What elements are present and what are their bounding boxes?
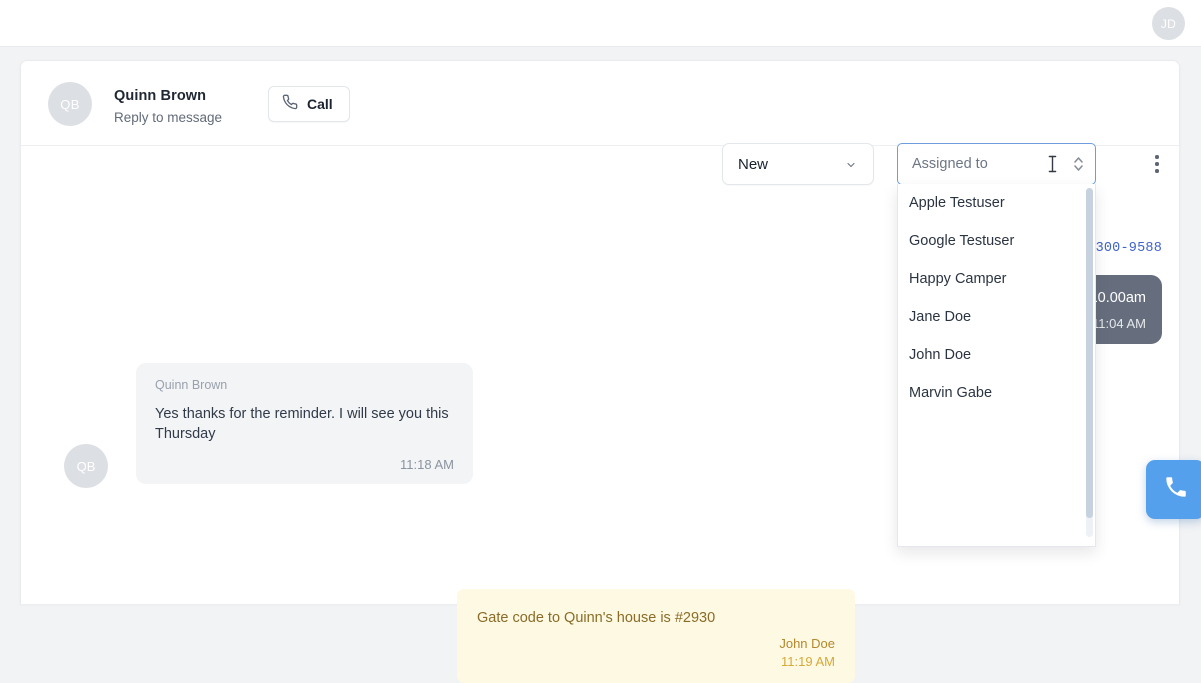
message-time: 11:18 AM — [400, 457, 454, 472]
message-sender: Quinn Brown — [155, 378, 228, 392]
assignee-option[interactable]: John Doe — [898, 336, 1095, 374]
text-cursor-icon — [1048, 155, 1057, 174]
stepper-icon[interactable] — [1072, 154, 1085, 174]
user-avatar[interactable]: JD — [1152, 7, 1185, 40]
call-button-label: Call — [307, 96, 333, 112]
phone-icon — [282, 94, 298, 115]
assigned-to-placeholder: Assigned to — [912, 156, 988, 172]
assignee-option[interactable]: Google Testuser — [898, 222, 1095, 260]
incoming-avatar: QB — [64, 444, 108, 488]
note-text: Gate code to Quinn's house is #2930 — [477, 610, 716, 626]
floating-call-button[interactable] — [1146, 460, 1201, 519]
assignee-dropdown[interactable]: Apple Testuser Google Testuser Happy Campe… — [897, 184, 1096, 547]
assignee-option[interactable]: Jane Doe — [898, 298, 1095, 336]
app-top-bar: JD — [0, 0, 1201, 47]
phone-icon — [1163, 474, 1189, 505]
incoming-message: Quinn Brown Yes thanks for the reminder.… — [136, 363, 473, 484]
assignee-option[interactable]: Marvin Gabe — [898, 374, 1095, 412]
assignee-option[interactable]: Happy Camper — [898, 260, 1095, 298]
contact-name: Quinn Brown — [114, 88, 207, 104]
conversation-card: QB Quinn Brown Reply to message Call New… — [20, 60, 1180, 683]
conversation-subtitle: Reply to message — [114, 110, 223, 125]
contact-avatar: QB — [48, 82, 92, 126]
note-time: 11:19 AM — [781, 654, 835, 669]
internal-note: Gate code to Quinn's house is #2930 John… — [457, 589, 855, 683]
conversation-header: QB Quinn Brown Reply to message Call New… — [21, 61, 1179, 185]
call-button[interactable]: Call — [268, 86, 350, 122]
dropdown-scrollbar-thumb[interactable] — [1086, 188, 1093, 518]
assignee-option[interactable]: Apple Testuser — [898, 184, 1095, 222]
assigned-to-input[interactable]: Assigned to — [897, 143, 1096, 185]
note-author: John Doe — [779, 636, 835, 651]
contact-info: Quinn Brown Reply to message — [114, 87, 222, 127]
message-text: Yes thanks for the reminder. I will see … — [155, 406, 449, 442]
